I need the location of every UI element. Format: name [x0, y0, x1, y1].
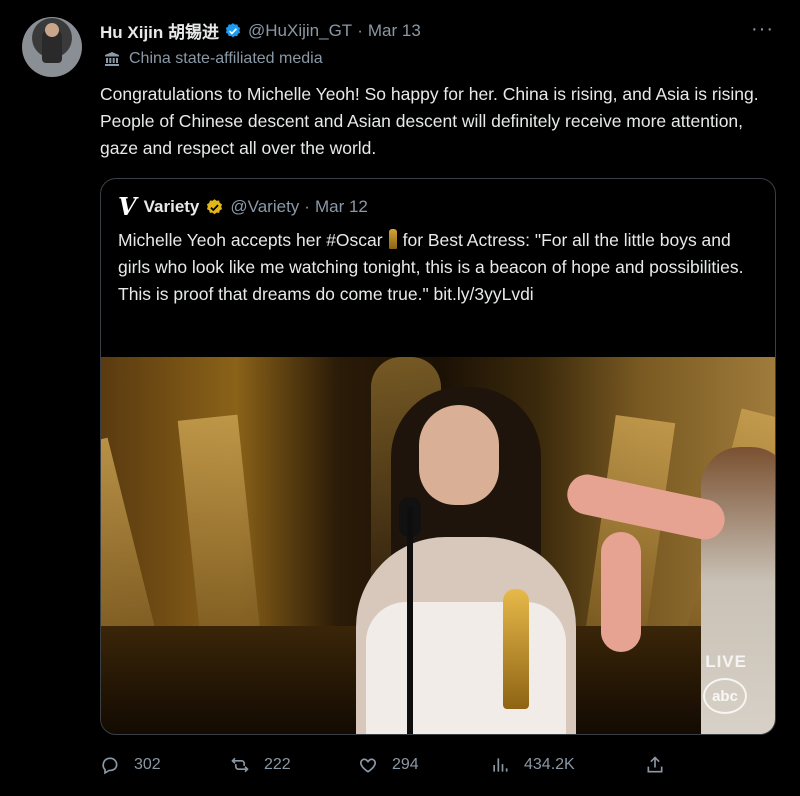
separator-dot: ·	[357, 20, 363, 40]
reply-count: 302	[134, 756, 161, 773]
quoted-text-part-1: Michelle Yeoh accepts her #Oscar	[118, 230, 383, 250]
retweet-button[interactable]: 222	[230, 755, 291, 775]
heart-icon	[360, 758, 376, 773]
share-button[interactable]	[645, 755, 679, 775]
quoted-author-handle[interactable]: @Variety	[230, 197, 299, 217]
more-options-icon[interactable]: ···	[751, 18, 774, 41]
share-icon	[647, 756, 663, 773]
author-handle[interactable]: @HuXijin_GT	[248, 21, 352, 41]
trophy-emoji-icon	[388, 229, 397, 249]
views-button[interactable]: 434.2K	[490, 755, 575, 775]
network-logo: abc	[703, 678, 747, 714]
tweet-date[interactable]: Mar 13	[368, 21, 421, 41]
separator-dot: ·	[304, 197, 310, 216]
tweet-actions: 302 222 294 434.2K	[100, 755, 663, 779]
affiliation-text: China state-affiliated media	[129, 50, 323, 67]
like-button[interactable]: 294	[358, 755, 419, 775]
live-overlay: LIVE	[705, 652, 747, 671]
retweet-icon	[231, 757, 249, 773]
view-count: 434.2K	[524, 756, 575, 773]
author-avatar[interactable]	[22, 17, 82, 77]
quoted-tweet-date[interactable]: Mar 12	[315, 197, 368, 217]
video-thumbnail[interactable]: LIVE abc	[101, 357, 775, 734]
retweet-count: 222	[264, 756, 291, 773]
variety-logo-icon[interactable]: V	[118, 195, 137, 219]
reply-button[interactable]: 302	[100, 755, 161, 775]
reply-icon	[102, 757, 118, 775]
quoted-author-name[interactable]: Variety	[144, 197, 200, 217]
quoted-tweet[interactable]: V Variety @Variety · Mar 12 Michelle Yeo…	[100, 178, 776, 735]
tweet-header: Hu Xijin 胡锡进 @HuXijin_GT · Mar 13	[100, 18, 421, 43]
author-name[interactable]: Hu Xijin 胡锡进	[100, 18, 219, 43]
verified-badge-icon	[225, 22, 241, 37]
analytics-icon	[493, 758, 508, 772]
gold-verified-badge-icon	[207, 198, 223, 214]
tweet-text: Congratulations to Michelle Yeoh! So hap…	[100, 84, 759, 158]
quoted-tweet-text: Michelle Yeoh accepts her #Oscar for Best…	[118, 227, 758, 308]
quoted-tweet-header: V Variety @Variety · Mar 12	[118, 195, 368, 219]
government-building-icon	[105, 52, 119, 66]
state-affiliated-label[interactable]: China state-affiliated media	[104, 50, 323, 68]
like-count: 294	[392, 756, 419, 773]
